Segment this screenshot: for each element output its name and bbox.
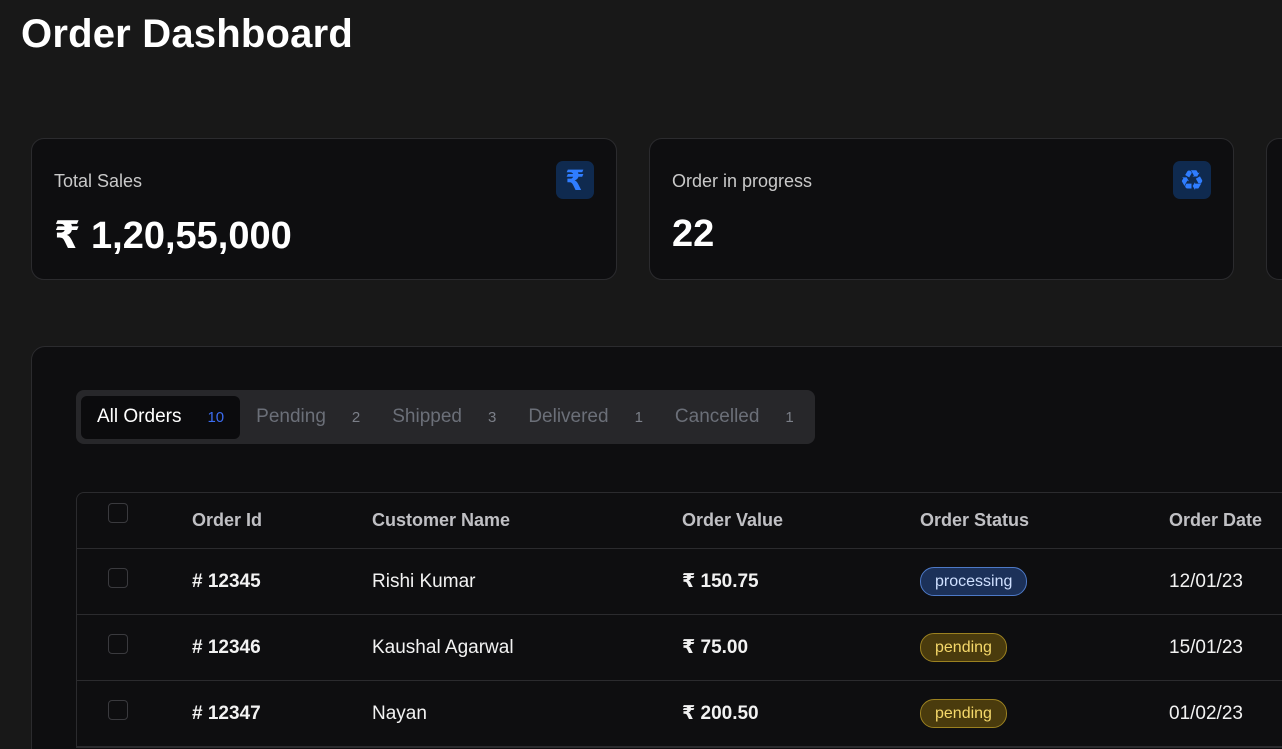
row-select-cell <box>108 677 128 742</box>
order-date: 15/01/23 <box>1169 636 1243 658</box>
orders-panel: All Orders 10 Pending 2 Shipped 3 Delive… <box>31 346 1282 749</box>
partial-stat-card <box>1266 138 1282 280</box>
column-header-order-value[interactable]: Order Value <box>682 493 783 548</box>
tab-shipped[interactable]: Shipped 3 <box>376 396 512 439</box>
column-header-order-id[interactable]: Order Id <box>192 493 262 548</box>
status-badge: pending <box>920 699 1007 728</box>
customer-name: Kaushal Agarwal <box>372 636 514 658</box>
tab-cancelled[interactable]: Cancelled 1 <box>659 396 810 439</box>
column-header-order-status[interactable]: Order Status <box>920 493 1029 548</box>
total-sales-card: Total Sales ₹ 1,20,55,000 ₹ <box>31 138 617 280</box>
order-in-progress-card: Order in progress 22 ♻ <box>649 138 1234 280</box>
tab-count: 1 <box>785 408 794 426</box>
tab-label: Delivered <box>528 406 609 427</box>
status-badge: processing <box>920 567 1028 596</box>
order-in-progress-label: Order in progress <box>672 171 813 191</box>
select-all-cell <box>108 485 128 540</box>
tab-delivered[interactable]: Delivered 1 <box>512 396 659 439</box>
order-value: ₹ 200.50 <box>682 703 759 724</box>
dashboard-page: Order Dashboard Total Sales ₹ 1,20,55,00… <box>0 0 1282 749</box>
column-header-order-date[interactable]: Order Date <box>1169 493 1262 548</box>
order-id: # 12345 <box>192 570 261 592</box>
order-status-cell: pending <box>920 615 1007 680</box>
table-row[interactable]: # 12345 Rishi Kumar ₹ 150.75 processing … <box>77 549 1282 615</box>
row-checkbox[interactable] <box>108 699 128 720</box>
order-date: 01/02/23 <box>1169 702 1243 724</box>
row-select-cell <box>108 545 128 610</box>
page-title: Order Dashboard <box>21 12 353 56</box>
recycle-icon: ♻ <box>1173 161 1211 199</box>
column-header-customer-name[interactable]: Customer Name <box>372 493 510 548</box>
order-id: # 12347 <box>192 702 261 724</box>
order-status-cell: processing <box>920 549 1028 614</box>
total-sales-label: Total Sales <box>54 171 143 191</box>
tab-count: 2 <box>351 408 361 426</box>
table-header-row: Order Id Customer Name Order Value Order… <box>77 493 1282 549</box>
rupee-icon: ₹ <box>556 161 594 199</box>
tab-count: 10 <box>207 408 225 426</box>
tab-label: Cancelled <box>674 406 760 427</box>
order-id: # 12346 <box>192 636 261 658</box>
row-checkbox[interactable] <box>108 633 128 654</box>
orders-table: Order Id Customer Name Order Value Order… <box>76 492 1282 748</box>
select-all-checkbox[interactable] <box>108 502 128 523</box>
customer-name: Nayan <box>372 702 427 724</box>
tab-all-orders[interactable]: All Orders 10 <box>81 395 241 439</box>
tab-count: 1 <box>634 408 643 426</box>
order-value: ₹ 75.00 <box>682 637 749 658</box>
table-row[interactable]: # 12347 Nayan ₹ 200.50 pending 01/02/23 <box>77 681 1282 747</box>
tab-label: All Orders <box>97 406 182 427</box>
order-in-progress-value: 22 <box>672 213 715 255</box>
status-badge: pending <box>920 633 1007 662</box>
customer-name: Rishi Kumar <box>372 570 476 592</box>
tab-label: Shipped <box>392 406 462 427</box>
tab-label: Pending <box>256 406 326 427</box>
order-date: 12/01/23 <box>1169 570 1243 592</box>
order-tabs: All Orders 10 Pending 2 Shipped 3 Delive… <box>76 390 815 444</box>
order-value: ₹ 150.75 <box>682 571 759 592</box>
tab-pending[interactable]: Pending 2 <box>240 396 376 439</box>
total-sales-value: ₹ 1,20,55,000 <box>54 215 292 257</box>
order-status-cell: pending <box>920 681 1007 746</box>
tab-count: 3 <box>487 408 497 426</box>
row-checkbox[interactable] <box>108 567 128 588</box>
table-row[interactable]: # 12346 Kaushal Agarwal ₹ 75.00 pending … <box>77 615 1282 681</box>
row-select-cell <box>108 611 128 676</box>
